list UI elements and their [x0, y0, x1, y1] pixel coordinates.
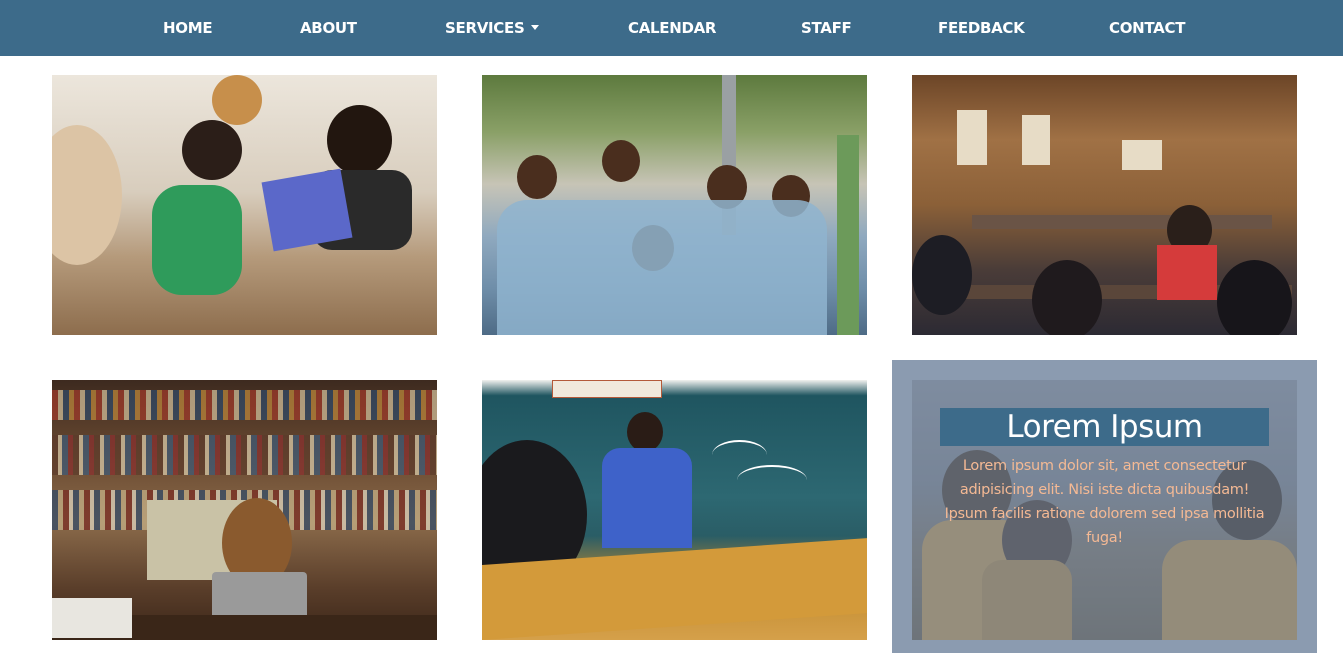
nav-calendar[interactable]: CALENDAR [628, 0, 716, 56]
nav-services-label: SERVICES [445, 19, 525, 37]
navbar: HOME ABOUT SERVICES CALENDAR STAFF FEEDB… [0, 0, 1343, 56]
nav-feedback[interactable]: FEEDBACK [938, 0, 1025, 56]
student-with-laptop-photo [52, 380, 437, 640]
teacher-at-blackboard-photo [482, 380, 867, 640]
info-card: Lorem Ipsum Lorem ipsum dolor sit, amet … [892, 360, 1317, 653]
smiling-schoolboys-photo [482, 75, 867, 335]
wooden-classroom-photo [912, 75, 1297, 335]
nav-home[interactable]: HOME [163, 0, 213, 56]
children-reading-comic-photo [52, 75, 437, 335]
card-title: Lorem Ipsum [940, 408, 1269, 446]
card-text: Lorem ipsum dolor sit, amet consectetur … [944, 458, 1265, 546]
nav-about[interactable]: ABOUT [300, 0, 357, 56]
nav-contact[interactable]: CONTACT [1109, 0, 1185, 56]
nav-staff[interactable]: STAFF [801, 0, 852, 56]
nav-services[interactable]: SERVICES [445, 0, 540, 56]
chevron-down-icon [531, 25, 540, 30]
